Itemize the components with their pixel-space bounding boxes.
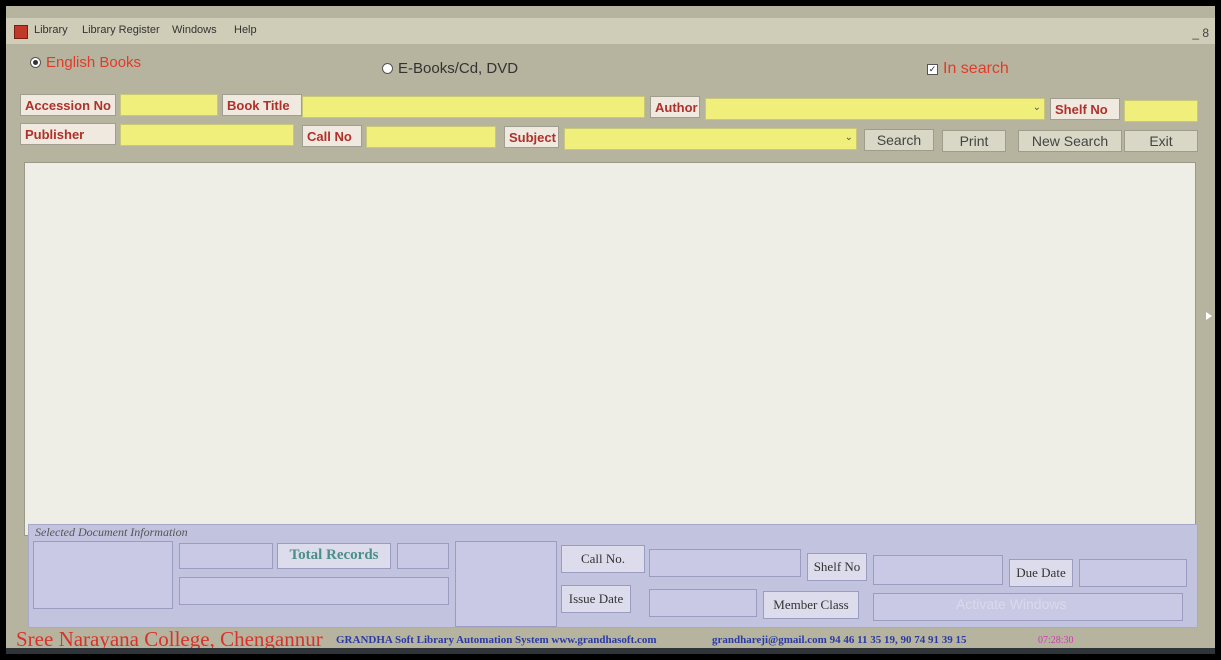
total-records-label: Total Records xyxy=(277,543,391,569)
checkbox-checked-icon: ✓ xyxy=(927,63,938,75)
publisher-input[interactable] xyxy=(120,124,294,146)
contact-info: grandhareji@gmail.com 94 46 11 35 19, 90… xyxy=(712,634,967,646)
menu-item-help[interactable]: Help xyxy=(234,24,257,36)
chevron-down-icon[interactable]: ⌄ xyxy=(845,132,853,143)
app-window: Library Library Register Windows Help _ … xyxy=(6,6,1215,654)
issue-date-label: Issue Date xyxy=(561,585,631,613)
book-title-input[interactable] xyxy=(302,96,645,118)
search-button[interactable]: Search xyxy=(864,129,934,151)
due-date-label: Due Date xyxy=(1009,559,1073,587)
shelf-no-info-value xyxy=(873,555,1003,585)
selected-document-caption: Selected Document Information xyxy=(35,525,188,539)
exit-button[interactable]: Exit xyxy=(1124,130,1198,152)
mouse-cursor-icon xyxy=(1206,312,1212,320)
selected-document-panel: Selected Document Information Total Reco… xyxy=(28,524,1198,628)
chevron-down-icon[interactable]: ⌄ xyxy=(1033,102,1041,113)
app-icon xyxy=(14,25,28,39)
document-preview-box xyxy=(455,541,557,627)
radio-unselected-icon xyxy=(382,63,393,74)
issue-date-value xyxy=(649,589,757,617)
taskbar xyxy=(6,648,1215,654)
window-controls[interactable]: _ 8 xyxy=(1192,26,1209,40)
member-class-label: Member Class xyxy=(763,591,859,619)
cover-image-box xyxy=(33,541,173,609)
call-no-info-label: Call No. xyxy=(561,545,645,573)
in-search-label: In search xyxy=(943,60,1009,77)
call-no-label: Call No xyxy=(302,125,362,147)
english-books-label: English Books xyxy=(46,54,142,71)
call-no-info-value xyxy=(649,549,801,577)
accession-no-label: Accession No xyxy=(20,94,116,116)
menu-bar: Library Library Register Windows Help _ … xyxy=(6,18,1215,44)
book-title-label: Book Title xyxy=(222,94,302,116)
english-books-radio[interactable]: English Books xyxy=(30,54,141,71)
title-display-field xyxy=(179,577,449,605)
ebooks-label: E-Books/Cd, DVD xyxy=(398,60,519,77)
author-label: Author xyxy=(650,96,700,118)
radio-selected-icon xyxy=(30,57,41,68)
ebooks-radio[interactable]: E-Books/Cd, DVD xyxy=(382,60,518,77)
shelf-no-info-label: Shelf No xyxy=(807,553,867,581)
print-button[interactable]: Print xyxy=(942,130,1006,152)
author-combobox[interactable]: ⌄ xyxy=(705,98,1045,120)
menu-item-windows[interactable]: Windows xyxy=(172,24,217,36)
shelf-no-input[interactable] xyxy=(1124,100,1198,122)
publisher-label: Publisher xyxy=(20,123,116,145)
menu-item-library-register[interactable]: Library Register xyxy=(82,24,160,36)
results-grid[interactable] xyxy=(24,162,1196,536)
subject-combobox[interactable]: ⌄ xyxy=(564,128,857,150)
menu-item-library[interactable]: Library xyxy=(34,24,68,36)
total-records-value xyxy=(397,543,449,569)
activate-windows-watermark: Activate Windows xyxy=(956,596,1067,612)
accession-no-input[interactable] xyxy=(120,94,218,116)
call-no-input[interactable] xyxy=(366,126,496,148)
shelf-no-label: Shelf No xyxy=(1050,98,1120,120)
new-search-button[interactable]: New Search xyxy=(1018,130,1122,152)
due-date-value xyxy=(1079,559,1187,587)
record-index-field xyxy=(179,543,273,569)
in-search-checkbox[interactable]: ✓ In search xyxy=(927,60,1009,78)
system-name: GRANDHA Soft Library Automation System w… xyxy=(336,634,657,646)
clock-time: 07:28:30 xyxy=(1038,635,1074,646)
subject-label: Subject xyxy=(504,126,559,148)
